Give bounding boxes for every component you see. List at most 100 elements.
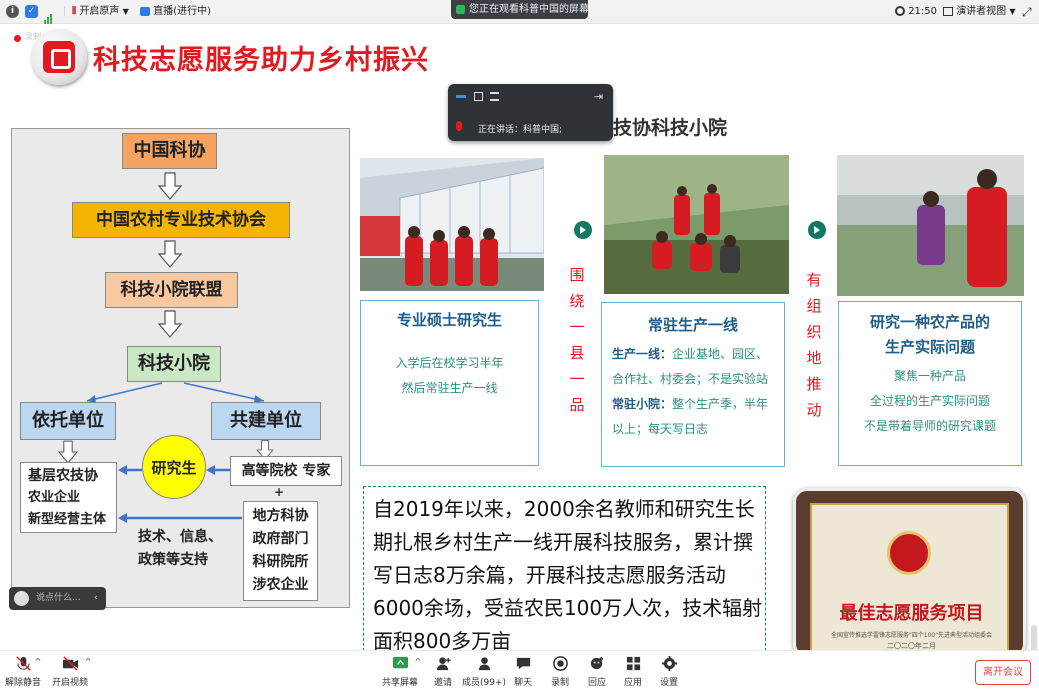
mic-icon [456,121,462,131]
reaction-label: 回应 [587,678,606,688]
members-button[interactable]: 成员(99+) [461,655,507,688]
meeting-topbar: i ✓ | ⫴ 开启原声 ▼ 直播(进行中) 您正在观看科普中国的屏幕 21:5… [0,0,1039,24]
leave-meeting-button[interactable]: 离开会议 [975,660,1031,685]
chat-icon [516,657,530,670]
window-icon[interactable] [474,92,483,101]
reaction-button[interactable]: 回应 [577,655,617,688]
share-screen-label: 共享屏幕 [381,678,418,688]
record-icon [552,656,568,671]
apps-button[interactable]: 应用 [613,655,653,688]
chevron-left-icon[interactable]: ‹ [94,587,98,610]
record-label: 录制 [550,678,569,688]
exit-icon[interactable]: ⇥ [594,90,603,103]
original-sound-toggle[interactable]: ⫴ 开启原声 ▼ [72,0,129,24]
speaker-view-icon [943,6,953,16]
diagram-left-item: 农业企业 [28,490,81,505]
shield-icon[interactable]: ✓ [25,0,38,24]
meeting-toolbar: 解除静音 ^ 开启视频 ^ 共享屏幕 ^ 邀请 成员(99+) 聊天 录制 回应… [0,650,1039,693]
start-video-label: 开启视频 [51,678,88,688]
gear-icon [661,655,677,672]
photo-greenhouse-image [360,158,544,291]
original-sound-label: 开启原声 [79,6,120,17]
vertical-scrollbar[interactable] [1031,625,1037,650]
list-icon[interactable] [490,92,499,101]
diagram-right-item: 科研院所 [252,554,309,570]
photo-greenhouse-team [360,158,544,291]
card-title: 生产实际问题 [884,338,975,356]
award-seal-icon [887,531,931,575]
speaker-popup: ⇥ 正在讲话：科普中国; [448,84,613,141]
card-line: 常驻小院：整个生产季，半年 [612,392,784,417]
chevron-up-icon[interactable]: ^ [83,657,93,666]
vertical-char: 组 [806,297,822,315]
vertical-char: 动 [806,401,822,419]
photo-field-team [604,155,789,294]
diagram-left-list: 基层农技协 农业企业 新型经营主体 [20,462,117,533]
add-user-icon [436,657,451,671]
vertical-text-organized: 有 组 织 地 推 动 [805,267,823,423]
settings-button[interactable]: 设置 [649,655,689,688]
apps-grid-icon [626,656,640,671]
vertical-char: 一 [569,318,585,336]
card-production: 常驻生产一线 生产一线：企业基地、园区、 合作社、村委会；不是实验站 常驻小院：… [601,302,785,467]
live-icon [140,6,150,16]
view-mode-dropdown[interactable]: 演讲者视图 ▼ [943,0,1016,24]
award-title: 最佳志愿服务项目 [839,603,984,624]
signal-icon[interactable] [44,0,53,24]
vertical-char: 绕 [569,292,585,310]
diagram-right-item: 地方科协 [252,508,309,524]
vertical-char: 品 [569,396,585,414]
chat-button[interactable]: 聊天 [503,655,543,688]
info-icon[interactable]: i [6,0,19,24]
screen-share-banner[interactable]: 您正在观看科普中国的屏幕 [451,0,589,19]
card-line: 不是带着导师的研究课题 [863,419,996,433]
speaker-label: 正在讲话： [478,125,524,135]
slide-title: 科技志愿服务助力乡村振兴 [93,45,429,76]
chevron-right-icon [808,221,826,239]
award-plaque-face: 最佳志愿服务项目 全国宣传推选学雷锋志愿服务"四个100"先进典型活动组委会 二… [810,503,1009,650]
vertical-char: 围 [569,266,585,284]
vertical-char: 织 [806,323,822,341]
diagram-right-item: 涉农企业 [252,577,309,593]
live-status[interactable]: 直播(进行中) [140,0,211,24]
diagram-right-unit: 共建单位 [211,402,321,440]
share-banner-text: 您正在观看科普中国的屏幕 [469,4,589,15]
record-button[interactable]: 录制 [540,655,580,688]
speaker-line: 正在讲话：科普中国; [478,122,562,135]
card-title: 研究一种农产品的 [869,313,990,331]
diagram-plus: + [274,485,285,499]
card-line-bold: 生产一线： [612,347,673,361]
summary-text: 自2019年以来，2000余名教师和研究生长期扎根乡村生产一线开展科技服务，累计… [363,486,766,650]
card-line: 入学后在校学习半年 [395,356,504,370]
comment-input[interactable]: 说点什么... ‹ [9,587,106,610]
chevron-up-icon[interactable]: ^ [413,657,423,666]
card-title: 专业硕士研究生 [396,311,502,329]
divider: | [63,6,67,17]
chevron-right-icon [574,221,592,239]
card-line: 全过程的生产实际问题 [869,394,990,408]
fullscreen-icon[interactable]: ⤢ [1022,0,1032,24]
shared-slide: 录制 科技志愿服务助力乡村振兴 中国科协 中国农村专业技术协会 科技小院联盟 科… [0,25,1039,650]
card-line: 合作社、村委会；不是实验站 [612,372,769,386]
card-title: 常驻生产一线 [647,316,738,334]
chevron-up-icon[interactable]: ^ [33,657,43,666]
members-label: 成员(99+) [461,678,507,688]
clock-time: 21:50 [908,6,938,17]
award-date: 二〇二〇年二月 [887,642,936,650]
avatar [14,591,29,606]
photo-field-image [604,155,789,294]
mic-muted-icon [15,656,31,671]
invite-label: 邀请 [433,678,452,688]
recording-icon [14,35,21,42]
invite-button[interactable]: 邀请 [423,655,463,688]
chevron-down-icon: ▼ [1009,7,1016,16]
diagram-support-line: 政策等支持 [138,552,208,568]
vertical-char: 县 [569,344,585,362]
card-line: 然后常驻生产一线 [401,381,498,395]
clock: 21:50 [895,0,937,24]
chat-label: 聊天 [513,678,532,688]
camera-off-icon [62,656,78,671]
minimize-icon[interactable] [456,95,466,98]
card-line: 聚焦一种产品 [893,369,966,383]
sound-wave-icon: ⫴ [72,6,77,17]
